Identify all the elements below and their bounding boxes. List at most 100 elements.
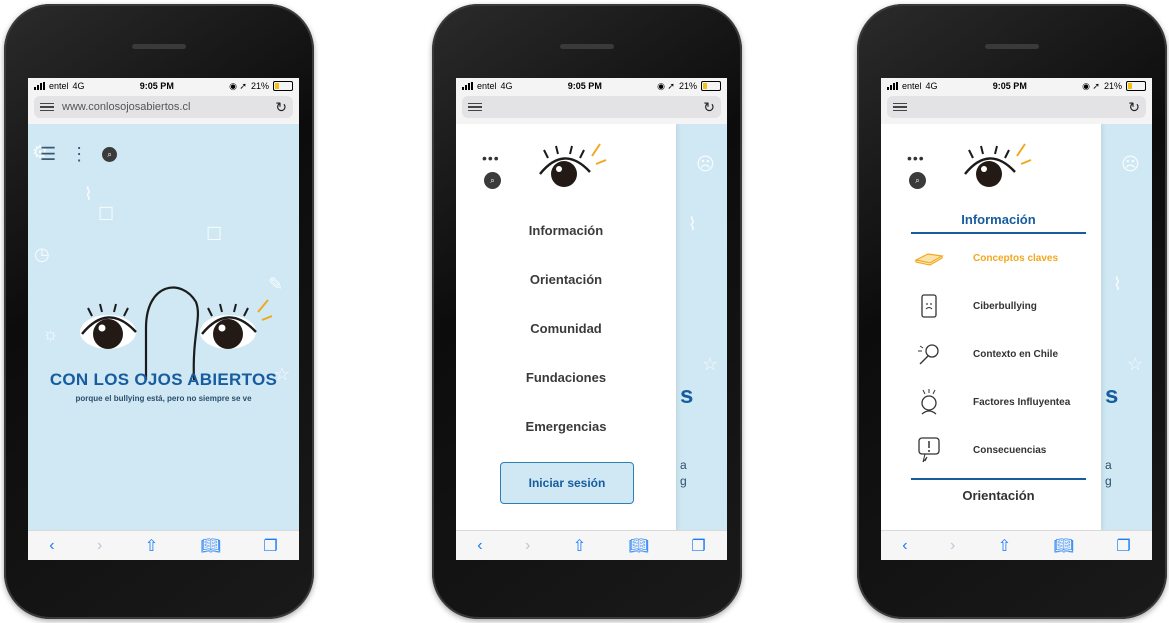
forward-icon[interactable]: › [950,537,955,555]
carrier-name: entel [902,81,922,91]
carrier-name: entel [49,81,69,91]
submenu-item-contexto[interactable]: Contexto en Chile [911,330,1089,378]
reload-icon[interactable]: ↻ [703,99,715,116]
doodle-icon: ☆ [702,354,719,374]
submenu-item-factores[interactable]: Factores Influyentea [911,378,1089,426]
battery-percent: 21% [250,81,269,91]
submenu-label: Factores Influyentea [973,396,1071,408]
screen-menu: entel 4G 9:05 PM ◉ ➚ 21% ↻ ☹ ⌇ ☆ s a g •… [456,78,727,560]
location-icon: ◉ ➚ [657,80,675,91]
submenu-label: Consecuencias [973,444,1047,456]
more-vertical-icon[interactable]: ⋮ [70,144,88,165]
reader-menu-icon[interactable] [468,102,482,112]
more-icon[interactable]: ••• [482,150,500,166]
signal-icon [462,82,473,90]
carrier-name: entel [477,81,497,91]
doodle-icon: ☆ [1127,354,1144,374]
eyes-illustration [80,286,272,381]
eye-logo [964,143,1032,187]
peek-text: g [1105,474,1112,488]
address-bar[interactable]: ↻ [462,96,721,118]
phone-submenu: entel 4G 9:05 PM ◉ ➚ 21% ↻ ☹ ⌇ ☆ s a g •… [857,4,1167,619]
tabs-icon[interactable]: ❐ [691,536,705,556]
peek-text: g [680,474,687,488]
share-icon[interactable]: ⇧ [573,536,586,556]
network-type: 4G [72,81,85,91]
doodle-icon: ⌇ [84,184,93,204]
bookmarks-icon[interactable]: 📖︎ [629,536,649,556]
reader-menu-icon[interactable] [893,102,907,112]
submenu-item-conceptos[interactable]: Conceptos claves [911,234,1089,282]
share-icon[interactable]: ⇧ [145,536,158,556]
submenu-label: Conceptos claves [973,252,1059,264]
doodle-icon: ⌇ [688,214,697,234]
status-bar: entel 4G 9:05 PM ◉ ➚ 21% [28,78,299,94]
forward-icon[interactable]: › [525,537,530,555]
submenu-divider [911,478,1086,480]
tabs-icon[interactable]: ❐ [1116,536,1130,556]
battery-icon [272,81,293,91]
address-bar[interactable]: ↻ [887,96,1146,118]
page-content: ⚙ ⌇ ☐ ☐ ◷ ☼ ✎ ☆ ☰ ⋮ ⌕ CON LOS OJOS ABIER… [28,124,299,531]
submenu-title[interactable]: Información [911,212,1086,227]
speaker [985,44,1039,49]
submenu-label: Contexto en Chile [973,348,1059,360]
screen-home: entel 4G 9:05 PM ◉ ➚ 21% www.conlosojosa… [28,78,299,560]
bookmarks-icon[interactable]: 📖︎ [201,536,221,556]
page-title: CON LOS OJOS ABIERTOS [49,370,278,389]
bookmarks-icon[interactable]: 📖︎ [1054,536,1074,556]
battery-icon [1125,81,1146,91]
signal-icon [887,82,898,90]
doodle-icon: ☐ [98,204,115,224]
peek-text: s [680,382,694,409]
menu-item-fundaciones[interactable]: Fundaciones [456,353,676,402]
nav-drawer: ••• ⌕ Información Orientación Comunidad … [456,124,676,531]
reload-icon[interactable]: ↻ [275,99,287,116]
back-icon[interactable]: ‹ [902,537,907,555]
search-icon[interactable]: ⌕ [909,172,926,189]
peek-text: a [1105,458,1112,472]
network-type: 4G [500,81,513,91]
browser-toolbar: ‹ › ⇧ 📖︎ ❐ [28,530,299,560]
peek-text: a [680,458,687,472]
network-type: 4G [925,81,938,91]
pin-icon [911,342,947,366]
login-button[interactable]: Iniciar sesión [500,462,634,504]
reader-menu-icon[interactable] [40,102,54,112]
menu-item-informacion[interactable]: Información [456,206,676,255]
peek-text: s [1105,382,1119,409]
page-content: ☹ ⌇ ☆ s a g ••• ⌕ Información Conceptos … [881,124,1152,531]
status-time: 9:05 PM [992,81,1027,91]
tabs-icon[interactable]: ❐ [263,536,277,556]
page-content: ☹ ⌇ ☆ s a g ••• ⌕ Información Orientació… [456,124,727,531]
more-icon[interactable]: ••• [907,150,925,166]
location-icon: ◉ ➚ [229,80,247,91]
forward-icon[interactable]: › [97,537,102,555]
phone-sad-icon [911,293,947,319]
battery-percent: 21% [678,81,697,91]
status-bar: entel 4G 9:05 PM ◉ ➚ 21% [456,78,727,94]
doodle-icon: ☐ [206,224,223,244]
speaker [560,44,614,49]
hamburger-icon[interactable]: ☰ [40,144,56,165]
search-icon[interactable]: ⌕ [484,172,501,189]
reload-icon[interactable]: ↻ [1128,99,1140,116]
doodle-icon: ☹ [1121,154,1140,174]
menu-item-comunidad[interactable]: Comunidad [456,304,676,353]
doodle-icon: ◷ [34,244,50,264]
back-icon[interactable]: ‹ [477,537,482,555]
status-time: 9:05 PM [567,81,602,91]
submenu-item-ciberbullying[interactable]: Ciberbullying [911,282,1089,330]
signal-icon [34,82,45,90]
share-icon[interactable]: ⇧ [998,536,1011,556]
back-icon[interactable]: ‹ [49,537,54,555]
submenu-item-consecuencias[interactable]: Consecuencias [911,426,1089,474]
menu-item-emergencias[interactable]: Emergencias [456,402,676,451]
phone-menu: entel 4G 9:05 PM ◉ ➚ 21% ↻ ☹ ⌇ ☆ s a g •… [432,4,742,619]
status-bar: entel 4G 9:05 PM ◉ ➚ 21% [881,78,1152,94]
doodle-icon: ☼ [42,324,59,344]
menu-item-orientacion[interactable]: Orientación [456,255,676,304]
search-icon[interactable]: ⌕ [102,147,118,162]
submenu-next-section[interactable]: Orientación [911,488,1086,503]
address-bar[interactable]: www.conlosojosabiertos.cl ↻ [34,96,293,118]
